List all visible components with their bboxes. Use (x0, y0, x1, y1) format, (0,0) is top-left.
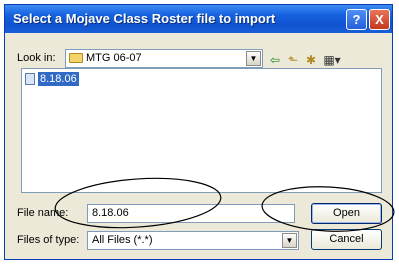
files-of-type-label: Files of type: (17, 234, 80, 246)
files-of-type-dropdown[interactable]: All Files (*.*) ▼ (87, 231, 299, 250)
file-name-input[interactable]: 8.18.06 (87, 204, 295, 223)
title-bar[interactable]: Select a Mojave Class Roster file to imp… (5, 5, 392, 33)
file-name-label: File name: (17, 207, 69, 219)
look-in-value: MTG 06-07 (86, 52, 142, 64)
open-button[interactable]: Open (311, 203, 382, 224)
file-list[interactable]: 8.18.06 (21, 68, 382, 193)
document-icon (25, 73, 35, 85)
help-button[interactable]: ? (346, 9, 367, 30)
file-name-value: 8.18.06 (92, 207, 129, 219)
look-in-dropdown[interactable]: MTG 06-07 ▼ (65, 49, 263, 68)
help-icon: ? (352, 12, 361, 27)
back-arrow-icon[interactable]: ⇦ (267, 52, 283, 68)
up-folder-icon[interactable]: ⬑ (285, 52, 301, 68)
close-button[interactable]: X (369, 9, 390, 30)
new-folder-icon[interactable]: ✱ (303, 52, 319, 68)
close-icon: X (375, 12, 384, 27)
view-menu-icon[interactable]: ▦▾ (321, 52, 343, 68)
look-in-label: Look in: (17, 52, 56, 64)
cancel-button[interactable]: Cancel (311, 229, 382, 250)
chevron-down-icon[interactable]: ▼ (282, 233, 297, 248)
files-of-type-value: All Files (*.*) (92, 234, 153, 246)
file-import-dialog: Select a Mojave Class Roster file to imp… (4, 4, 393, 260)
dialog-title: Select a Mojave Class Roster file to imp… (13, 11, 276, 26)
file-item-name: 8.18.06 (38, 72, 79, 86)
chevron-down-icon[interactable]: ▼ (246, 51, 261, 66)
folder-icon (69, 53, 83, 63)
